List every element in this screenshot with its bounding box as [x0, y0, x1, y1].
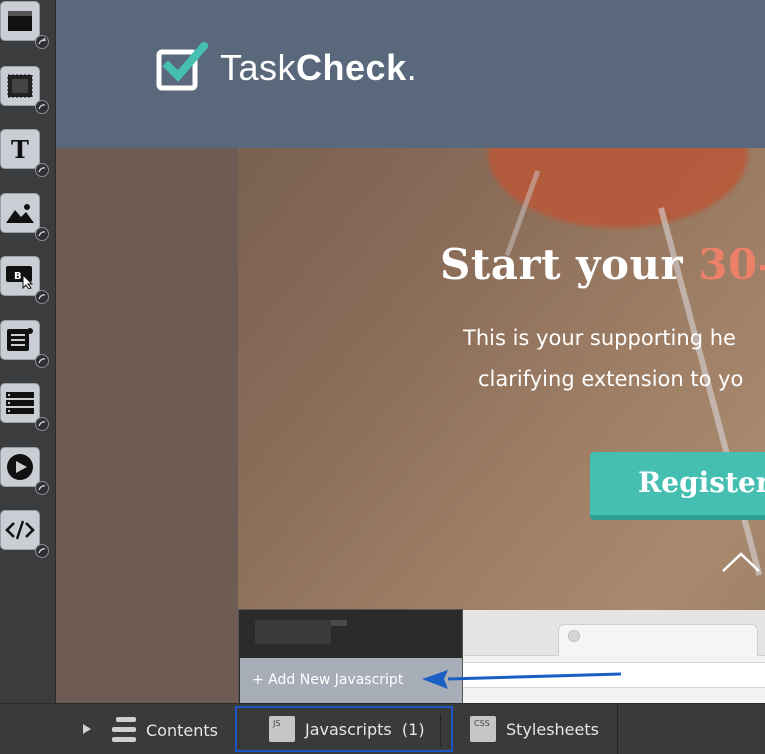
bottom-bar-divider — [617, 704, 618, 754]
bottom-panel-bar: Contents JS Javascripts (1) CSS Styleshe… — [0, 703, 765, 754]
stylesheets-tab[interactable]: CSS Stylesheets — [470, 714, 599, 744]
sidebar-background — [56, 148, 238, 703]
javascripts-tab[interactable]: JS Javascripts (1) — [235, 706, 453, 752]
stylesheets-tab-label: Stylesheets — [506, 719, 599, 739]
logo-text-bold: Check — [296, 47, 407, 88]
register-button[interactable]: Register — [590, 452, 765, 520]
background-tool-button[interactable] — [0, 66, 49, 114]
page-preview: TaskCheck. Start your 30-d This is your … — [56, 0, 765, 703]
contents-tab[interactable]: Contents — [110, 712, 218, 748]
css-file-icon: CSS — [470, 716, 496, 742]
svg-text:B: B — [14, 271, 22, 282]
code-icon — [5, 520, 35, 540]
section-icon — [8, 11, 32, 31]
image-tool-button[interactable] — [0, 193, 49, 241]
settings-badge-icon[interactable] — [35, 544, 49, 558]
form-icon — [7, 328, 33, 351]
settings-badge-icon[interactable] — [35, 481, 49, 495]
button-icon: B — [6, 266, 34, 289]
hero-title-accent: 30-d — [698, 240, 765, 289]
section-tool-button[interactable] — [0, 1, 49, 49]
annotation-arrow-icon — [422, 670, 622, 689]
contents-list-icon — [112, 717, 136, 742]
svg-text:T: T — [11, 136, 29, 162]
expand-triangle-icon[interactable] — [82, 723, 92, 735]
site-header[interactable]: TaskCheck. — [56, 0, 765, 148]
text-tool-button[interactable]: T — [0, 129, 49, 177]
video-icon — [7, 454, 33, 480]
logo-text: TaskCheck. — [220, 47, 417, 89]
settings-badge-icon[interactable] — [35, 417, 49, 431]
hero-title-main: Start your — [440, 240, 699, 289]
javascripts-label-text: Javascripts — [305, 719, 392, 739]
settings-badge-icon[interactable] — [35, 163, 49, 177]
code-tool-button[interactable] — [0, 510, 49, 558]
chair-seat-shape — [488, 148, 748, 228]
javascript-file-item[interactable] — [255, 620, 331, 644]
site-logo[interactable]: TaskCheck. — [156, 42, 417, 94]
settings-badge-icon[interactable] — [35, 35, 49, 49]
list-icon — [6, 392, 34, 414]
javascripts-tab-label: Javascripts (1) — [305, 720, 425, 739]
list-tool-button[interactable] — [0, 383, 49, 431]
hero-subtitle-line-1[interactable]: This is your supporting he — [463, 326, 736, 350]
video-tool-button[interactable] — [0, 447, 49, 495]
checkbox-logo-icon — [156, 42, 208, 91]
browser-mockup-dot — [568, 630, 580, 642]
form-tool-button[interactable] — [0, 320, 49, 368]
settings-badge-icon[interactable] — [35, 290, 49, 304]
browser-mockup-tab — [558, 624, 758, 656]
settings-badge-icon[interactable] — [35, 227, 49, 241]
hero-subtitle-line-2[interactable]: clarifying extension to yo — [478, 367, 743, 391]
button-tool-button[interactable]: B — [0, 256, 49, 304]
hero-title[interactable]: Start your 30-d — [440, 240, 765, 289]
javascripts-count: (1) — [401, 719, 425, 739]
tab-divider — [440, 714, 441, 746]
settings-badge-icon[interactable] — [35, 354, 49, 368]
element-toolbar: T B — [0, 0, 56, 754]
js-file-icon: JS — [269, 716, 295, 742]
text-icon: T — [11, 136, 29, 162]
chevron-up-icon[interactable] — [721, 551, 761, 573]
logo-text-light: Task — [220, 47, 297, 88]
contents-tab-label: Contents — [146, 720, 218, 740]
logo-text-dot: . — [406, 47, 418, 88]
settings-badge-icon[interactable] — [35, 100, 49, 114]
background-icon — [7, 74, 33, 98]
image-icon — [6, 204, 34, 223]
app-window: T B TaskCheck. Start your 30 This is you… — [0, 0, 765, 754]
